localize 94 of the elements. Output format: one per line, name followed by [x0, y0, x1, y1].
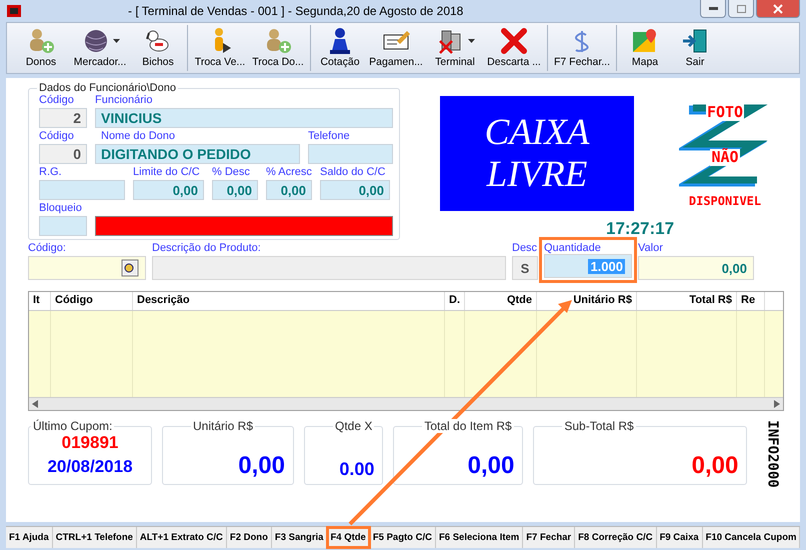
toolbar-button[interactable]: Cotação	[314, 25, 366, 71]
panel-title: Último Cupom:	[31, 419, 114, 433]
input-field[interactable]: DIGITANDO O PEDIDO	[95, 144, 300, 164]
input-field[interactable]	[28, 256, 146, 280]
toolbar-button[interactable]: Sair	[670, 25, 720, 71]
caret-icon	[468, 39, 474, 43]
input-field[interactable]: 0,00	[212, 180, 258, 200]
function-key-button[interactable]: F2 Dono	[226, 527, 272, 548]
minimize-icon	[708, 7, 718, 10]
input-field[interactable]: 0,00	[266, 180, 312, 200]
column-header[interactable]: Qtde	[465, 292, 537, 310]
input-field[interactable]	[308, 144, 393, 164]
photo-caption: NÃO	[710, 149, 740, 166]
field-label: Código:	[28, 242, 67, 256]
column-header[interactable]: Re	[737, 292, 765, 310]
search-icon	[121, 259, 139, 277]
total-value: 0,00	[468, 452, 514, 480]
input-field[interactable]	[39, 216, 87, 236]
toolbar-button[interactable]: Troca Ve...	[191, 25, 249, 71]
input-field[interactable]: 2	[39, 108, 87, 128]
toolbar-button[interactable]: F7 Fechar...	[551, 25, 613, 71]
toolbar-button[interactable]: Bichos	[132, 25, 184, 71]
field-label: Quantidade	[544, 242, 601, 254]
function-key-button[interactable]: F1 Ajuda	[6, 527, 53, 548]
input-field[interactable]: 0,00	[320, 180, 390, 200]
total-value: 0.00	[339, 459, 374, 480]
input-field[interactable]	[39, 180, 125, 200]
field-label: Bloqueio	[39, 202, 83, 216]
close-button[interactable]	[756, 0, 800, 18]
field-label: Saldo do C/C	[320, 166, 386, 180]
right-arrow-icon	[774, 400, 780, 408]
field-label: % Acresc	[266, 166, 312, 180]
function-key-button[interactable]: CTRL+1 Telefone	[52, 527, 137, 548]
panel-title: Total do Item R$	[422, 419, 514, 433]
total-value: 0,00	[692, 452, 738, 480]
toolbar-button[interactable]: Descarta ...	[484, 25, 544, 71]
column-header[interactable]: Total R$	[637, 292, 737, 310]
field-label: % Desc	[212, 166, 251, 180]
field-label: Código	[39, 130, 75, 144]
left-arrow-icon	[32, 400, 38, 408]
toolbar-button[interactable]: Troca Do...	[249, 25, 307, 71]
column-header[interactable]: D.	[445, 292, 465, 310]
input-field[interactable]: S	[512, 256, 538, 280]
group-title: Dados do Funcionário\Dono	[38, 82, 177, 94]
logo: INFO2000	[765, 420, 781, 488]
maximize-icon	[736, 4, 746, 12]
function-key-button[interactable]: F4 Qtde	[327, 527, 370, 548]
minimize-button[interactable]	[700, 0, 726, 18]
field-label: Código	[39, 94, 75, 108]
column-header[interactable]: Descrição	[133, 292, 445, 310]
field-label: Funcionário	[95, 94, 154, 108]
input-field[interactable]: 0,00	[133, 180, 204, 200]
toolbar-button[interactable]: Mapa	[620, 25, 670, 71]
window-title: - [ Terminal de Vendas - 001 ] - Segunda,20 de Agosto de 2018	[128, 4, 464, 18]
function-key-button[interactable]: F7 Fechar	[523, 527, 576, 548]
close-icon	[773, 4, 783, 14]
status-panel: CAIXA LIVRE	[440, 96, 634, 211]
function-key-button[interactable]: F9 Caixa	[656, 527, 703, 548]
input-field[interactable]: VINICIUS	[95, 108, 393, 128]
function-key-button[interactable]: ALT+1 Extrato C/C	[136, 527, 227, 548]
scroll-bar[interactable]	[29, 397, 783, 410]
field-label: Desc	[512, 242, 538, 256]
field-label: R.G.	[39, 166, 63, 180]
field-label: Valor	[638, 242, 664, 256]
field-label: Limite do C/C	[133, 166, 201, 180]
column-header[interactable]: Código	[51, 292, 133, 310]
field-label: Descrição do Produto:	[152, 242, 262, 256]
function-key-button[interactable]: F5 Pagto C/C	[370, 527, 436, 548]
panel-title: Qtde X	[333, 419, 374, 433]
toolbar-button[interactable]: Terminal	[426, 25, 484, 71]
photo-caption: FOTO	[706, 104, 744, 120]
field-label: Nome do Dono	[100, 130, 176, 144]
input-field[interactable]	[152, 256, 506, 280]
panel-title: Sub-Total R$	[562, 419, 636, 433]
coupon-date: 20/08/2018	[47, 457, 133, 477]
toolbar-button[interactable]: Mercador...	[68, 25, 132, 71]
toolbar-button[interactable]: Pagamen...	[366, 25, 426, 71]
caret-icon	[112, 39, 120, 43]
toolbar-button[interactable]: Donos	[14, 25, 68, 71]
input-field[interactable]: 0	[39, 144, 87, 164]
coupon-number: 019891	[62, 433, 118, 453]
clock: 17:27:17	[606, 219, 674, 239]
cross-icon	[499, 27, 529, 55]
photo-caption: DISPONIVEL	[688, 194, 762, 208]
function-key-button[interactable]: F6 Seleciona Item	[436, 527, 524, 548]
column-header[interactable]: It	[29, 292, 51, 310]
panel-title: Unitário R$	[191, 419, 256, 433]
field-label: Telefone	[308, 130, 351, 144]
input-field[interactable]: 0,00	[638, 256, 754, 280]
function-key-button[interactable]: F3 Sangria	[272, 527, 328, 548]
function-key-button[interactable]: F10 Cancela Cupom	[702, 527, 800, 548]
total-value: 0,00	[238, 452, 285, 480]
app-icon	[6, 3, 22, 19]
function-key-button[interactable]: F8 Correção C/C	[575, 527, 657, 548]
